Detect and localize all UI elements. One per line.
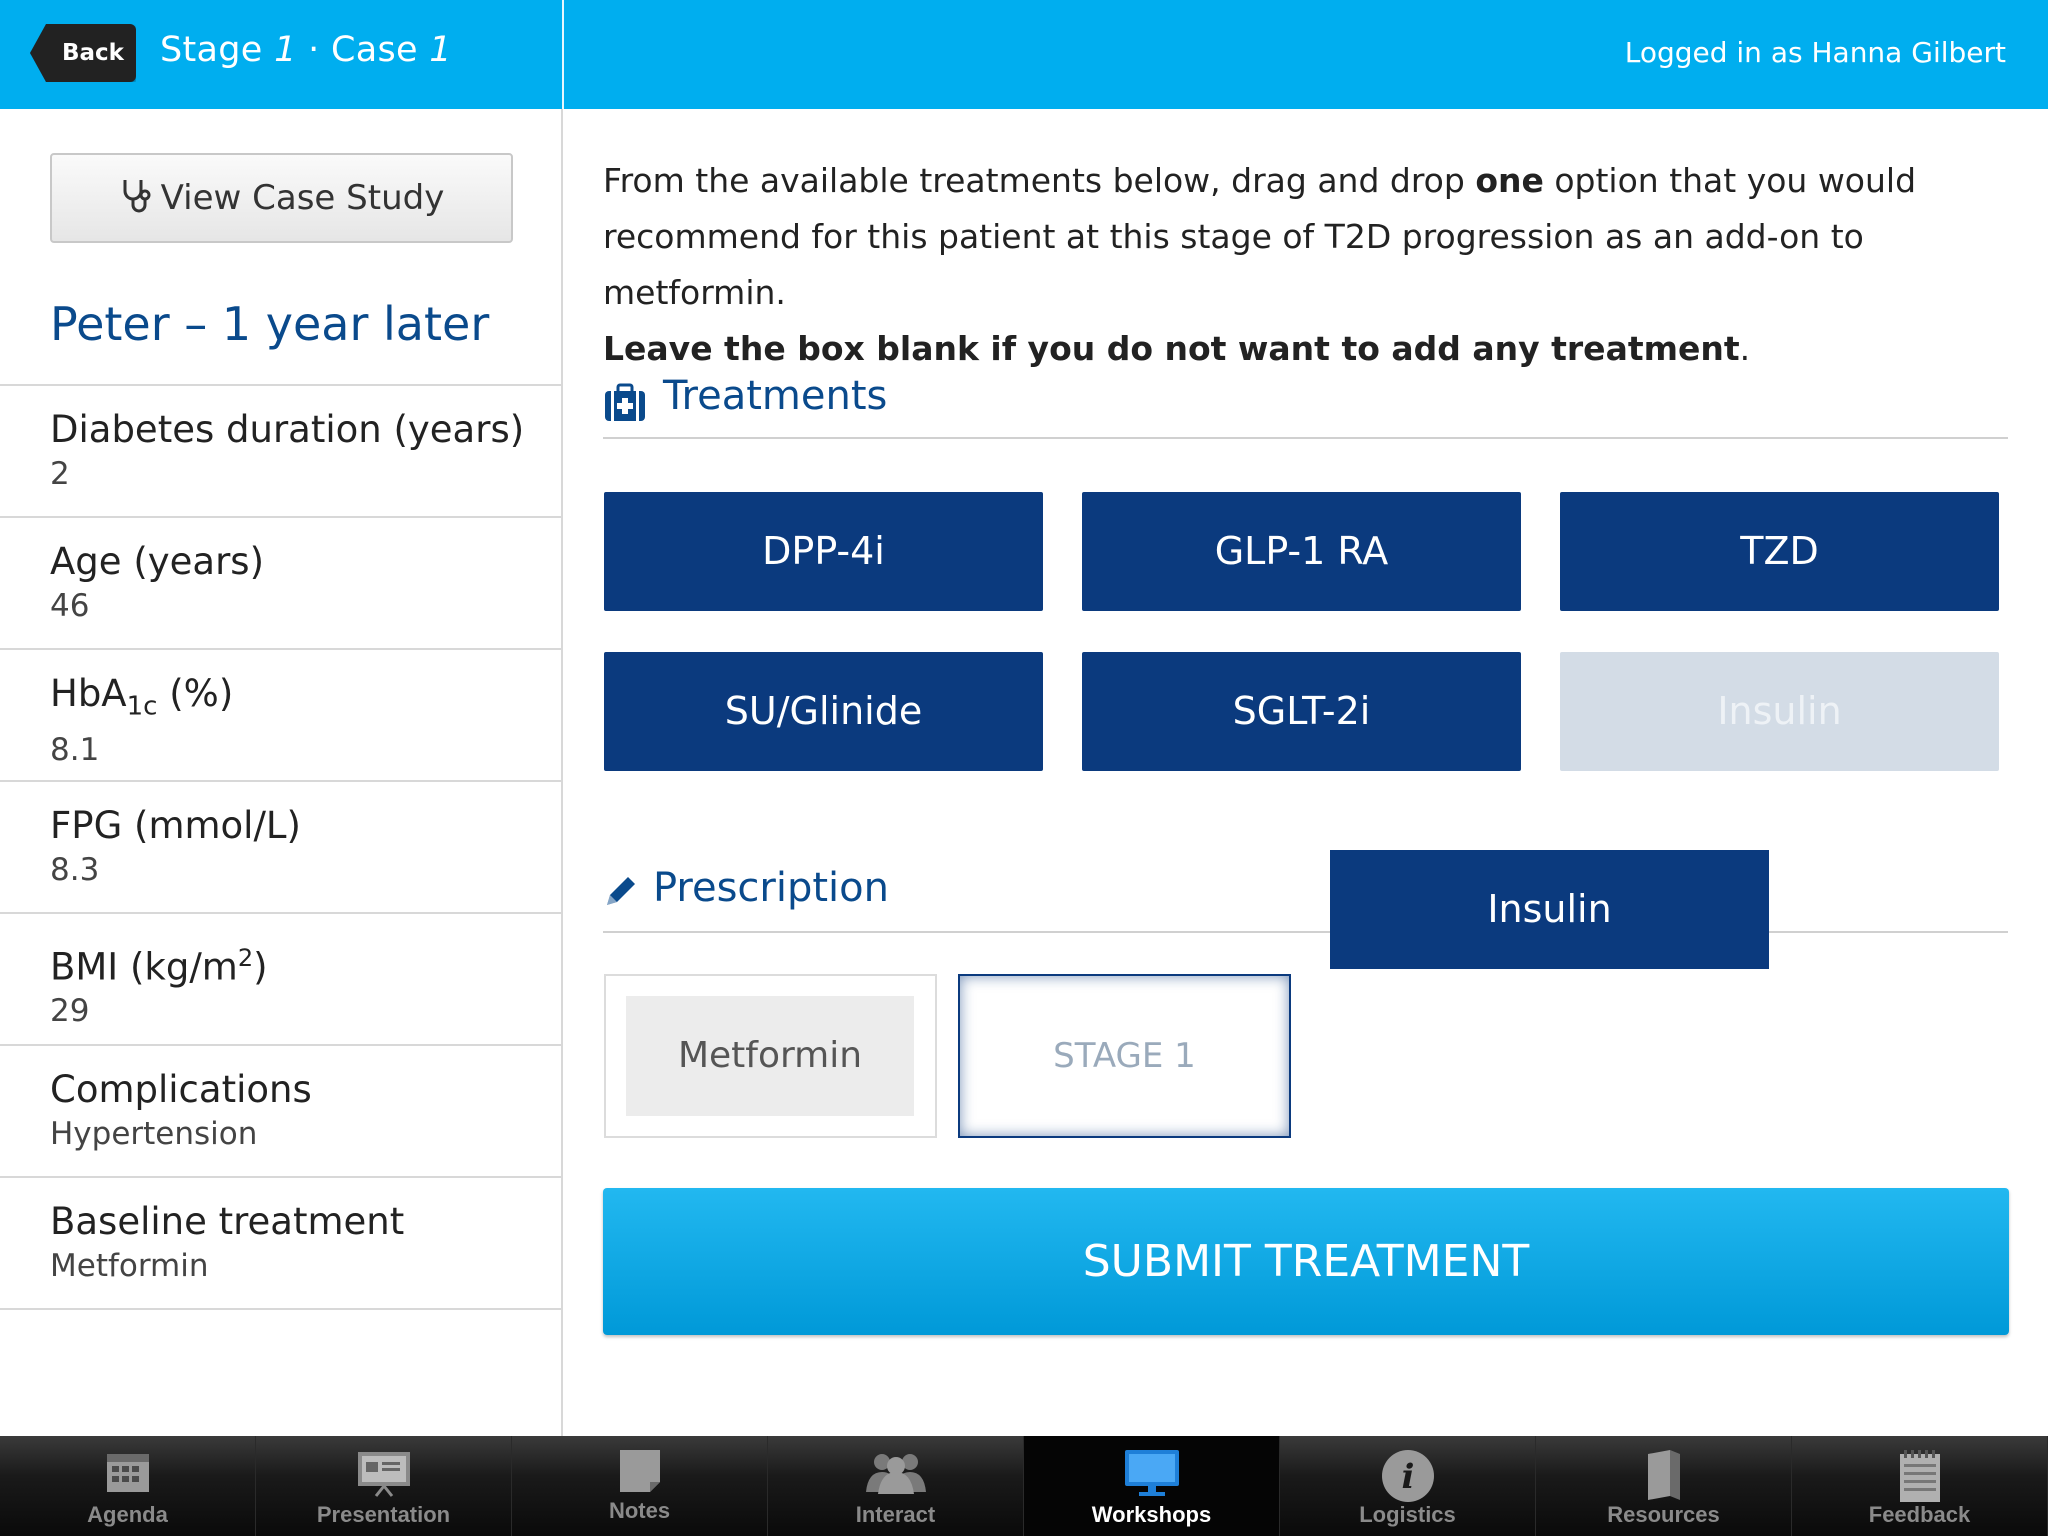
prescription-drop-zone[interactable]: STAGE 1	[958, 974, 1291, 1138]
info-value: 2	[50, 456, 70, 492]
back-button[interactable]: Back	[30, 24, 136, 82]
monitor-icon	[1124, 1450, 1179, 1496]
top-bar: Back Stage 1 · Case 1 Logged in as Hanna…	[0, 0, 2048, 109]
treatment-dpp4i[interactable]: DPP-4i	[604, 492, 1043, 611]
info-value: Hypertension	[50, 1116, 258, 1152]
info-value: 8.3	[50, 852, 100, 888]
prescription-title: Prescription	[653, 865, 889, 911]
info-value: 29	[50, 993, 90, 1030]
treatment-glp1-ra[interactable]: GLP-1 RA	[1082, 492, 1521, 611]
instructions: From the available treatments below, dra…	[603, 153, 2023, 377]
info-label: FPG (mmol/L)	[50, 804, 301, 847]
info-value: 46	[50, 588, 90, 624]
treatments-header: Treatments	[603, 373, 2008, 439]
login-status: Logged in as Hanna Gilbert	[1624, 36, 2006, 69]
info-label: Diabetes duration (years)	[50, 408, 525, 451]
dragging-treatment-insulin[interactable]: Insulin	[1330, 850, 1769, 969]
people-icon	[865, 1454, 926, 1494]
title-separator: ·	[308, 30, 320, 70]
view-case-study-label: View Case Study	[160, 178, 445, 218]
tab-interact[interactable]: Interact	[768, 1436, 1024, 1536]
tab-logistics[interactable]: i Logistics	[1280, 1436, 1536, 1536]
book-icon	[1647, 1450, 1680, 1500]
info-row-hba1c: HbA1c (%) 8.1	[0, 650, 563, 782]
instructions-note: Leave the box blank if you do not want t…	[603, 329, 1740, 368]
bottom-tab-bar: Agenda Presentation Notes Interact Works…	[0, 1436, 2048, 1536]
calendar-icon	[106, 1454, 149, 1492]
patient-info-list: Diabetes duration (years) 2 Age (years) …	[0, 384, 563, 1310]
info-value: Metformin	[50, 1248, 209, 1284]
info-label: Age (years)	[50, 540, 265, 583]
hba-subscript: 1c	[126, 691, 158, 722]
instructions-end: .	[1739, 329, 1751, 368]
hba-text: HbA	[50, 672, 127, 715]
tab-notes[interactable]: Notes	[512, 1436, 768, 1536]
hba-unit: (%)	[157, 672, 234, 715]
presentation-board-icon	[357, 1452, 410, 1497]
info-row-complications: Complications Hypertension	[0, 1046, 563, 1178]
info-row-baseline-treatment: Baseline treatment Metformin	[0, 1178, 563, 1310]
info-label: Complications	[50, 1068, 312, 1111]
info-row-diabetes-duration: Diabetes duration (years) 2	[0, 386, 563, 518]
case-number: 1	[429, 30, 452, 70]
stethoscope-icon	[123, 180, 151, 213]
tab-workshops[interactable]: Workshops	[1024, 1436, 1280, 1536]
instructions-emphasis: one	[1475, 161, 1544, 200]
info-icon: i	[1381, 1450, 1434, 1502]
medical-kit-icon	[605, 383, 645, 421]
page-title: Stage 1 · Case 1	[160, 30, 452, 70]
baseline-prescription-box: Metformin	[604, 974, 937, 1138]
svg-text:i: i	[1401, 1457, 1414, 1497]
tab-label: Interact	[855, 1502, 936, 1527]
treatment-insulin-placeholder: Insulin	[1560, 652, 1999, 771]
tab-agenda[interactable]: Agenda	[0, 1436, 256, 1536]
tab-label: Agenda	[87, 1502, 168, 1527]
instructions-text: From the available treatments below, dra…	[603, 161, 1476, 200]
info-label: HbA1c (%)	[50, 670, 563, 730]
bmi-close: )	[253, 945, 268, 989]
case-sidebar: View Case Study Peter – 1 year later Dia…	[0, 109, 563, 1436]
tab-label: Feedback	[1868, 1502, 1971, 1527]
info-row-bmi: BMI (kg/m2) 29	[0, 914, 563, 1046]
tab-label: Workshops	[1091, 1502, 1212, 1527]
info-label: Baseline treatment	[50, 1200, 405, 1243]
tab-label: Logistics	[1359, 1502, 1456, 1527]
notepad-icon	[1899, 1450, 1940, 1502]
stage-label: Stage	[160, 30, 263, 70]
tab-resources[interactable]: Resources	[1536, 1436, 1792, 1536]
treatments-title: Treatments	[663, 373, 888, 419]
bmi-superscript: 2	[237, 944, 254, 972]
view-case-study-button[interactable]: View Case Study	[50, 153, 513, 243]
tab-feedback[interactable]: Feedback	[1792, 1436, 2048, 1536]
case-label: Case	[330, 30, 418, 70]
tab-label: Notes	[608, 1498, 671, 1523]
info-row-age: Age (years) 46	[0, 518, 563, 650]
header-divider	[562, 0, 564, 109]
tab-presentation[interactable]: Presentation	[256, 1436, 512, 1536]
stage-number: 1	[274, 30, 297, 70]
prescription-header: Prescription	[603, 859, 2008, 933]
bmi-text: BMI (kg/m	[50, 945, 238, 989]
info-row-fpg: FPG (mmol/L) 8.3	[0, 782, 563, 914]
notes-icon	[619, 1450, 660, 1492]
treatment-sglt2i[interactable]: SGLT-2i	[1082, 652, 1521, 771]
tab-label: Presentation	[316, 1502, 451, 1527]
patient-title: Peter – 1 year later	[50, 297, 490, 351]
info-value: 8.1	[50, 732, 100, 769]
treatment-tzd[interactable]: TZD	[1560, 492, 1999, 611]
info-label: BMI (kg/m2)	[50, 934, 563, 991]
treatment-su-glinide[interactable]: SU/Glinide	[604, 652, 1043, 771]
tab-label: Resources	[1607, 1502, 1720, 1527]
pencil-icon	[607, 877, 635, 905]
main-panel: From the available treatments below, dra…	[565, 109, 2048, 1436]
submit-treatment-button[interactable]: SUBMIT TREATMENT	[603, 1188, 2009, 1335]
baseline-prescription-label: Metformin	[626, 996, 914, 1116]
